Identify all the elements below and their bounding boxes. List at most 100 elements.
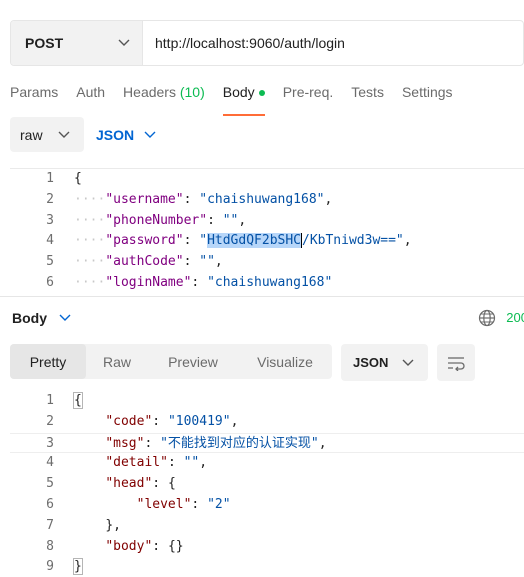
code-line: 6 "level": "2" [10,495,524,516]
tab-settings[interactable]: Settings [402,84,453,108]
json-key: "msg" [105,435,145,451]
code-line: 2 ····"username": "chaishuwang168", [10,190,524,211]
line-number: 3 [46,212,54,228]
body-mode-select[interactable]: raw [10,117,84,152]
request-tabs: Params Auth Headers (10) Body Pre-req. T… [0,84,461,116]
tab-pre-request[interactable]: Pre-req. [283,84,334,108]
line-text: "msg": "不能找到对应的认证实现", [105,435,327,451]
body-options: raw JSON [10,117,156,152]
code-line: 8 "body": {} [10,537,524,558]
line-number: 3 [46,435,54,451]
line-text: ····"username": "chaishuwang168", [74,191,333,207]
json-value: /KbTniwd3w==" [302,233,404,249]
tab-body[interactable]: Body [222,84,265,116]
response-format-label: JSON [353,355,389,370]
brace: { [73,392,83,409]
json-value: "100419" [167,413,231,429]
json-key: "authCode" [105,254,184,270]
tab-raw[interactable]: Raw [86,344,148,379]
json-value: "2" [207,496,231,512]
line-number: 6 [46,274,54,290]
code-line: 6 ····"loginName": "chaishuwang168" [10,273,524,292]
tab-preview[interactable]: Preview [148,344,238,379]
line-text: { [54,391,83,412]
brace: }, [105,517,121,533]
line-number: 4 [46,455,54,471]
code-line: 1 { [10,169,524,190]
line-text: "detail": "", [105,455,208,471]
tab-body-label: Body [222,84,255,100]
brace: { [74,171,82,186]
modified-dot-icon [258,90,265,97]
line-number: 4 [46,233,54,249]
json-key: "level" [136,496,192,512]
url-input[interactable]: http://localhost:9060/auth/login [143,21,523,65]
tab-headers-label: Headers [123,84,176,100]
body-language-select[interactable]: JSON [96,127,156,143]
headers-count: (10) [179,84,205,100]
json-value: "不能找到对应的认证实现" [160,435,319,451]
line-text: "head": { [105,476,176,492]
response-format-select[interactable]: JSON [341,344,428,381]
chevron-down-icon [58,131,70,138]
response-body-editor[interactable]: 1 { 2 "code": "100419", 3 "msg": "不能找到对应… [10,391,524,577]
code-line: 9 } [10,557,524,577]
code-line: 5 "head": { [10,474,524,495]
code-line: 3 "msg": "不能找到对应的认证实现", [10,432,524,454]
line-number: 8 [46,538,54,554]
response-body-dropdown[interactable]: Body [12,310,71,326]
line-text: "body": {} [105,538,184,554]
tab-params[interactable]: Params [10,84,58,108]
json-key: "password" [105,233,184,249]
line-text: { [54,169,82,190]
response-view-tabs: Pretty Raw Preview Visualize [10,344,332,379]
code-line: 4 ····"password": "HtdGdQF2bSHC/KbTniwd3… [10,231,524,252]
wrap-lines-icon [448,356,465,371]
request-body-editor[interactable]: 1 { 2 ····"username": "chaishuwang168", … [10,168,524,292]
json-value-quote: " [199,233,208,249]
line-number: 2 [46,413,54,429]
body-language-label: JSON [96,126,135,143]
json-key: "phoneNumber" [105,212,208,228]
tab-visualize[interactable]: Visualize [238,344,332,379]
chevron-down-icon [118,39,130,46]
json-value: "chaishuwang168" [199,191,325,207]
response-header: Body 200 [0,296,524,338]
line-number: 5 [46,476,54,492]
chevron-down-icon [59,314,71,321]
chevron-down-icon [144,131,156,138]
body-mode-label: raw [20,126,43,143]
tab-pretty[interactable]: Pretty [10,344,86,379]
selected-text: HtdGdQF2bSHC [207,233,301,249]
json-key: "username" [105,191,184,207]
line-text: } [54,557,83,577]
tab-tests[interactable]: Tests [351,84,384,108]
method-label: POST [25,35,64,51]
line-number: 7 [46,517,54,533]
chevron-down-icon [402,359,414,366]
code-line: 3 ····"phoneNumber": "", [10,211,524,232]
method-select[interactable]: POST [11,21,143,65]
line-number: 6 [46,496,54,512]
response-status: 200 [478,309,524,327]
code-line: 2 "code": "100419", [10,412,524,433]
line-number: 5 [46,254,54,270]
json-value: "" [183,455,200,471]
json-value: {} [167,538,184,554]
line-text: ····"loginName": "chaishuwang168" [74,274,333,290]
url-bar: POST http://localhost:9060/auth/login [10,20,524,66]
json-value: "" [199,254,215,270]
line-number: 9 [46,559,54,575]
code-line: 7 }, [10,516,524,537]
json-value: "" [222,212,239,228]
json-key: "loginName" [105,274,192,290]
wrap-lines-button[interactable] [437,344,475,381]
tab-headers[interactable]: Headers (10) [123,84,205,108]
line-text: ····"authCode": "", [74,254,223,270]
brace: } [73,558,83,576]
json-value: "chaishuwang168" [207,274,333,290]
brace: { [167,476,176,492]
tab-auth[interactable]: Auth [76,84,105,108]
json-key: "code" [105,413,153,429]
line-number: 1 [46,171,54,186]
